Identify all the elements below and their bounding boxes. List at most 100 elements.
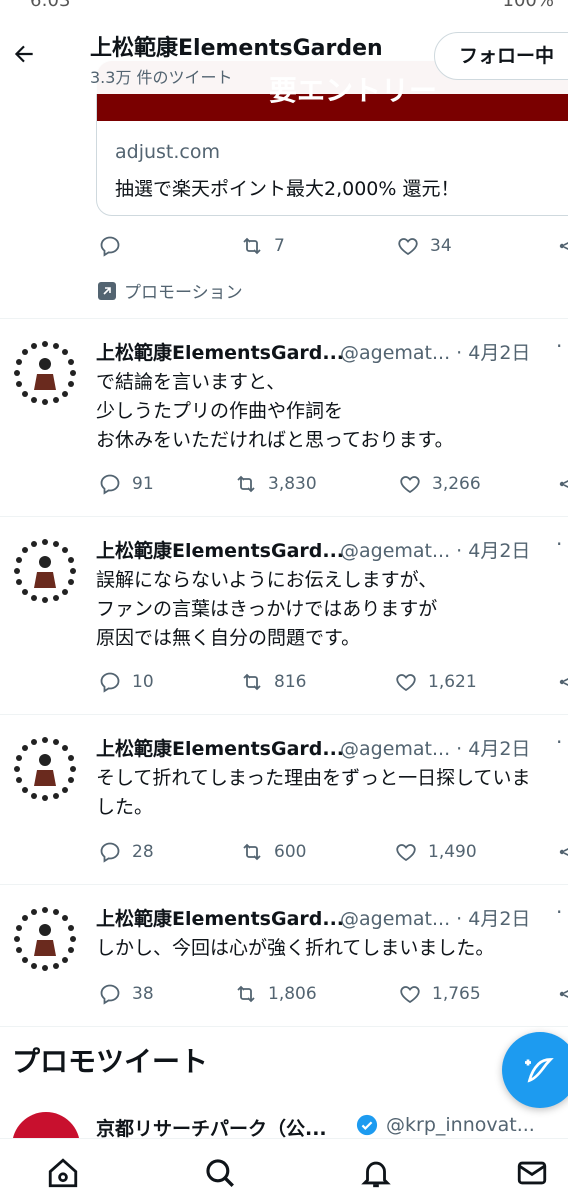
- retweet-icon: [243, 673, 261, 691]
- share-icon: [559, 990, 568, 998]
- retweet-button[interactable]: 1,806: [234, 982, 317, 1006]
- tweet-text: で結論を言いますと、 少しうたプリの作曲や作詞を お休みをいただければと思ってお…: [96, 371, 454, 451]
- avatar[interactable]: [10, 536, 80, 606]
- tweet-handle: @agemat...: [340, 908, 451, 930]
- retweet-icon: [237, 475, 255, 493]
- nav-notifications[interactable]: [358, 1155, 394, 1191]
- header-title: 上松範康ElementsGarden: [90, 36, 383, 61]
- like-count: 3,266: [432, 474, 481, 494]
- retweet-icon: [243, 237, 261, 255]
- retweet-count: 3,830: [268, 474, 317, 494]
- reply-icon: [100, 236, 120, 257]
- tweet-action-bar: 38 1,806 1,765: [0, 982, 568, 1012]
- like-count: 34: [430, 236, 452, 256]
- divider: [0, 714, 568, 715]
- share-icon: [559, 678, 568, 686]
- tweet[interactable]: 上松範康ElementsGard... @agemat... · 4月2日 · …: [0, 320, 568, 516]
- promoted-label: プロモーション: [98, 278, 243, 303]
- retweet-count: 816: [274, 672, 307, 692]
- retweet-count: 600: [274, 842, 307, 862]
- share-icon: [559, 848, 568, 856]
- tweet-author-name[interactable]: 上松範康ElementsGard...: [96, 734, 344, 761]
- status-time: 6:03: [30, 0, 71, 11]
- retweet-button[interactable]: 816: [240, 670, 306, 694]
- tweet-more-button[interactable]: ·: [556, 900, 562, 924]
- like-count: 1,765: [432, 984, 481, 1004]
- tweet-more-button[interactable]: ·: [556, 532, 562, 556]
- tweet-text: そして折れてしまった理由をずっと一日探していま した。: [96, 767, 531, 818]
- avatar[interactable]: [10, 734, 80, 804]
- tweet[interactable]: 上松範康ElementsGard... @agemat... · 4月2日 · …: [0, 716, 568, 884]
- share-button[interactable]: [556, 234, 568, 258]
- reply-button[interactable]: 28: [98, 840, 154, 864]
- compose-icon: [525, 1058, 554, 1083]
- retweet-button[interactable]: 7: [240, 234, 285, 258]
- like-icon: [398, 238, 418, 256]
- reply-button[interactable]: 91: [98, 472, 154, 496]
- reply-button[interactable]: [98, 234, 122, 258]
- tweet-date: · 4月2日: [456, 540, 531, 562]
- promoted-section-title: プロモツイート: [12, 1045, 209, 1078]
- tweet-handle: @agemat...: [340, 342, 451, 364]
- tweet-author-name[interactable]: 上松範康ElementsGard...: [96, 904, 344, 931]
- status-bar: 6:03 100%: [0, 0, 568, 16]
- back-arrow-icon: [14, 45, 33, 63]
- messages-icon: [517, 1161, 547, 1185]
- reply-icon: [100, 474, 120, 495]
- like-button[interactable]: 1,765: [398, 982, 481, 1006]
- like-button[interactable]: 1,621: [394, 670, 477, 694]
- retweet-button[interactable]: 600: [240, 840, 306, 864]
- share-button[interactable]: [556, 472, 568, 496]
- ad-card-domain: adjust.com: [115, 141, 220, 163]
- tweet-text: 誤解にならないようにお伝えしますが、 ファンの言葉はきっかけではありますが 原因…: [96, 569, 438, 649]
- tweet[interactable]: 上松範康ElementsGard... @agemat... · 4月2日 · …: [0, 886, 568, 1026]
- following-button[interactable]: フォロー中: [434, 32, 568, 80]
- tweet[interactable]: 上松範康ElementsGard... @agemat... · 4月2日 · …: [0, 518, 568, 714]
- share-icon: [559, 480, 568, 488]
- tweet-date: · 4月2日: [456, 908, 531, 930]
- like-button[interactable]: 1,490: [394, 840, 477, 864]
- tweet-more-button[interactable]: ·: [556, 334, 562, 358]
- tweet-action-bar: 91 3,830 3,266: [0, 472, 568, 502]
- share-button[interactable]: [556, 982, 568, 1006]
- avatar[interactable]: [10, 904, 80, 974]
- retweet-button[interactable]: 3,830: [234, 472, 317, 496]
- compose-tweet-button[interactable]: [502, 1032, 568, 1108]
- nav-messages[interactable]: [514, 1155, 550, 1191]
- tweet-author-name[interactable]: 上松範康ElementsGard...: [96, 536, 344, 563]
- reply-button[interactable]: 10: [98, 670, 154, 694]
- like-button[interactable]: 3,266: [398, 472, 481, 496]
- tweet-meta: @agemat... · 4月2日: [340, 536, 530, 563]
- share-icon: [559, 242, 568, 250]
- promoted-handle: @krp_innovat...: [386, 1114, 535, 1136]
- tweet-author-name[interactable]: 上松範康ElementsGard...: [96, 338, 344, 365]
- tweet-date: · 4月2日: [456, 738, 531, 760]
- reply-count: 28: [132, 842, 154, 862]
- avatar[interactable]: [10, 338, 80, 408]
- promoted-text: プロモーション: [124, 283, 243, 303]
- verified-icon: [356, 1114, 378, 1136]
- ad-action-bar: 7 34: [0, 234, 568, 264]
- tweet-action-bar: 28 600 1,490: [0, 840, 568, 870]
- retweet-icon: [237, 985, 255, 1003]
- ad-card-text: 抽選で楽天ポイント最大2,000% 還元！: [115, 178, 460, 200]
- reply-button[interactable]: 38: [98, 982, 154, 1006]
- back-button[interactable]: [6, 36, 42, 72]
- promoted-tweet[interactable]: 京都リサーチパーク（公... @krp_innovat...: [0, 1100, 568, 1180]
- tweet-meta: @agemat... · 4月2日: [340, 734, 530, 761]
- promoted-author-name[interactable]: 京都リサーチパーク（公...: [96, 1114, 327, 1141]
- divider: [0, 1026, 568, 1027]
- nav-search[interactable]: [202, 1155, 238, 1191]
- like-icon: [396, 674, 416, 692]
- tweet-text: しかし、今回は心が強く折れてしまいました。: [96, 937, 495, 959]
- retweet-count: 1,806: [268, 984, 317, 1004]
- share-button[interactable]: [556, 840, 568, 864]
- like-button[interactable]: 34: [396, 234, 452, 258]
- tweet-more-button[interactable]: ·: [556, 730, 562, 754]
- reply-icon: [100, 984, 120, 1005]
- like-icon: [396, 844, 416, 862]
- reply-count: 10: [132, 672, 154, 692]
- share-button[interactable]: [556, 670, 568, 694]
- nav-home[interactable]: [45, 1155, 81, 1191]
- reply-count: 38: [132, 984, 154, 1004]
